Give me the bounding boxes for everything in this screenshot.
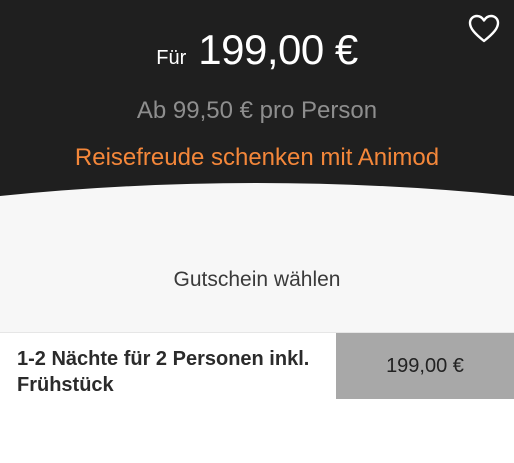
- price-hero: Für 199,00 € Ab 99,50 € pro Person Reise…: [0, 0, 514, 232]
- price-prefix: Für: [156, 47, 187, 69]
- gift-link[interactable]: Reisefreude schenken mit Animod: [0, 144, 514, 172]
- voucher-option-price: 199,00 €: [336, 333, 514, 399]
- voucher-option[interactable]: 1-2 Nächte für 2 Personen inkl. Frühstüc…: [0, 332, 514, 399]
- voucher-option-label: 1-2 Nächte für 2 Personen inkl. Frühstüc…: [17, 348, 310, 396]
- total-price: Für 199,00 €: [0, 26, 514, 74]
- price-value: 199,00 €: [198, 26, 358, 73]
- voucher-section: Gutschein wählen: [0, 232, 514, 332]
- voucher-title: Gutschein wählen: [173, 268, 341, 291]
- per-person-price: Ab 99,50 € pro Person: [136, 97, 378, 124]
